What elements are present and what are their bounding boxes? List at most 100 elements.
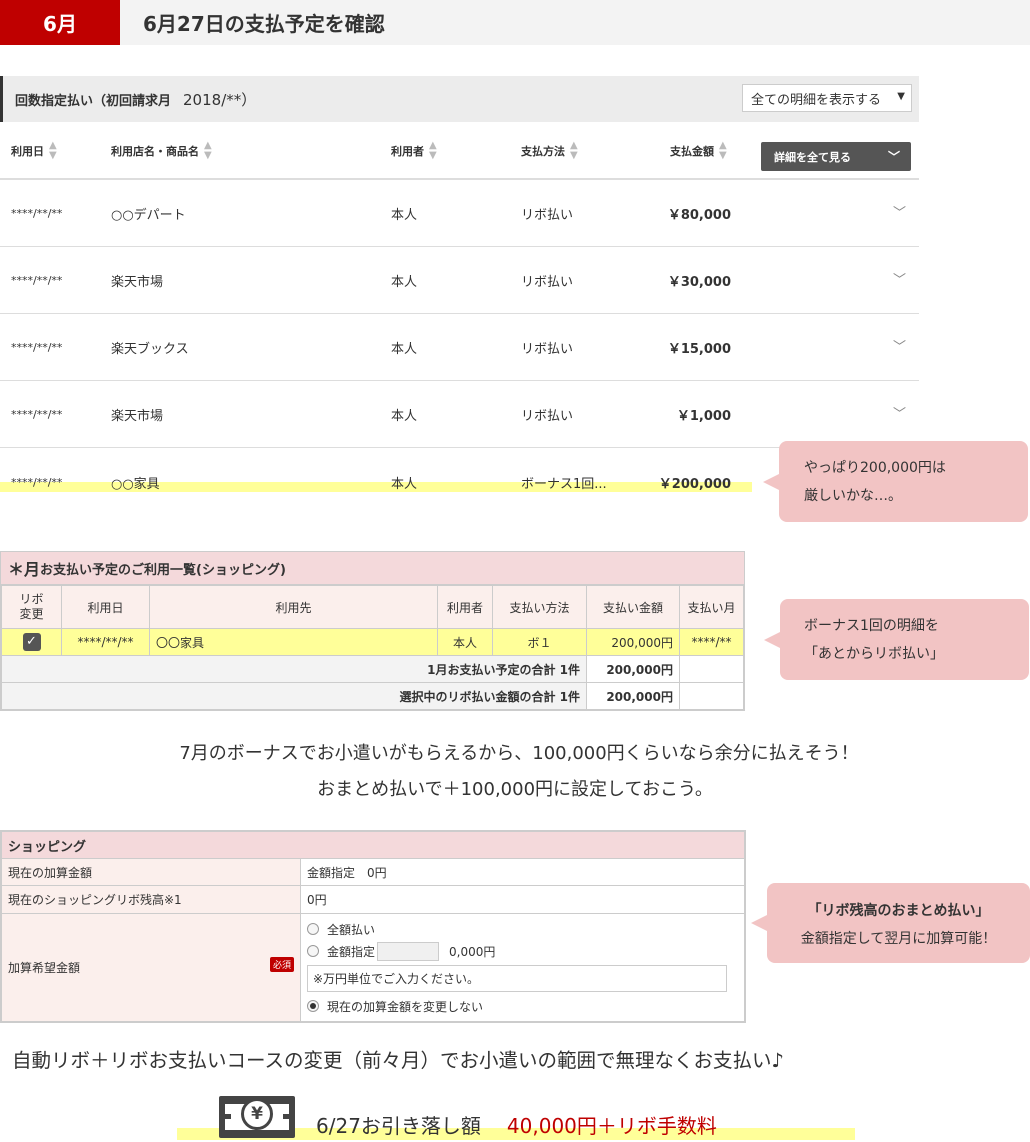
desired-amount-cell: 加算希望金額 必須 <box>1 913 301 1022</box>
balance-value: 0円 <box>300 885 745 914</box>
sort-icon: ▲ ▼ <box>204 140 212 161</box>
col-user: 利用者 <box>437 585 493 629</box>
col-method: 支払い方法 <box>492 585 587 629</box>
bubble-line: 「あとからリボ払い」 <box>804 646 944 662</box>
yen-bill-bar <box>283 1114 295 1119</box>
row-amount: ￥200,000 <box>658 477 731 492</box>
col-shop[interactable]: 利用店名・商品名 ▲ ▼ <box>111 122 212 180</box>
radio-full[interactable] <box>307 923 319 935</box>
bubble-line: 厳しいかな…。 <box>804 488 902 504</box>
row-amount: ￥80,000 <box>667 208 731 223</box>
withdrawal-amount: 40,000円＋リボ手数料 <box>506 1114 717 1138</box>
revo-change-checkbox[interactable]: ✓ <box>22 633 41 651</box>
required-badge: 必須 <box>270 957 295 972</box>
row-method: リボ払い <box>521 342 574 357</box>
sum-value: 200,000円 <box>586 655 680 683</box>
option-full-label: 全額払い <box>327 922 376 937</box>
row-month: ****/** <box>679 628 744 656</box>
comment-bubble-3: 「リボ残高のおまとめ払い」 金額指定して翌月に加算可能！ <box>751 883 1030 963</box>
bubble-line: やっぱり200,000円は <box>804 460 946 476</box>
row-amount: 200,000円 <box>586 628 680 656</box>
current-add-label: 現在の加算金額 <box>1 858 301 886</box>
col-user[interactable]: 利用者 ▲ ▼ <box>391 122 437 180</box>
chevron-down-icon[interactable]: ﹀ <box>893 269 906 288</box>
sort-icon: ▲ ▼ <box>429 140 437 161</box>
filter-select-value: 全ての明細を表示する <box>751 92 882 108</box>
option-keep-label: 現在の加算金額を変更しない <box>327 999 484 1014</box>
desired-amount-options: 全額払い 金額指定 0,000円 ※万円単位でご入力ください。 現在の加算金額を変… <box>300 913 745 1022</box>
explanation-text-2: おまとめ払いで＋100,000円に設定しておこう。 <box>317 779 713 800</box>
radio-amount[interactable] <box>307 945 319 957</box>
panel-header: 回数指定払い（初回請求月 2018/**） 全ての明細を表示する ▼ <box>0 76 919 122</box>
revo-change-table: ＊月 お支払い予定のご利用一覧(ショッピング) リボ 変更 利用日 利用先 利用… <box>0 551 745 711</box>
shopping-form: ショッピング 現在の加算金額 金額指定 0円 現在のショッピングリボ残高※1 0… <box>0 830 746 1023</box>
table-row[interactable]: ****/**/** 楽天市場 本人 リボ払い ￥1,000 ﹀ <box>0 381 919 448</box>
col-date[interactable]: 利用日 ▲ ▼ <box>11 122 57 180</box>
row-method: リボ払い <box>521 409 574 424</box>
col-shop-label: 利用店名・商品名 <box>111 145 199 158</box>
yen-bill-bar <box>219 1114 231 1119</box>
row-date: ****/**/** <box>61 628 150 656</box>
row-user: 本人 <box>391 342 418 357</box>
col-date-label: 利用日 <box>11 145 44 158</box>
row-date: ****/**/** <box>11 207 63 220</box>
option-keep[interactable]: 現在の加算金額を変更しない <box>307 995 744 1017</box>
row-date: ****/**/** <box>11 408 63 421</box>
amount-suffix: 0,000円 <box>449 944 496 959</box>
col-date: 利用日 <box>61 585 150 629</box>
table-row[interactable]: ****/**/** ○○家具 本人 ボーナス1回... ￥200,000 <box>0 450 760 515</box>
row-user: 本人 <box>391 409 418 424</box>
input-note: ※万円単位でご入力ください。 <box>307 965 727 992</box>
row-shop: 楽天市場 <box>111 275 164 290</box>
option-full[interactable]: 全額払い <box>307 918 744 940</box>
sort-icon: ▲ ▼ <box>570 140 578 161</box>
col-amount[interactable]: 支払金額 ▲ ▼ <box>670 122 727 180</box>
row-shop: 楽天市場 <box>111 409 164 424</box>
show-all-details-label: 詳細を全て見る <box>774 150 851 164</box>
bubble-line: 金額指定して翌月に加算可能！ <box>800 931 997 947</box>
row-shop: 〇〇家具 <box>149 628 438 656</box>
table-row[interactable]: ****/**/** ○○デパート 本人 リボ払い ￥80,000 ﹀ <box>0 180 919 247</box>
row-method: リボ払い <box>521 208 574 223</box>
withdrawal-text: 6/27お引き落し額 40,000円＋リボ手数料 <box>316 1110 717 1139</box>
row-user: 本人 <box>437 628 493 656</box>
current-add-value: 金額指定 0円 <box>300 858 745 886</box>
balance-label: 現在のショッピングリボ残高※1 <box>1 885 301 914</box>
show-all-details-button[interactable]: 詳細を全て見る ﹀ <box>761 142 911 171</box>
comment-bubble-2: ボーナス1回の明細を 「あとからリボ払い」 <box>764 599 1029 680</box>
summary-text: 自動リボ＋リボお支払いコースの変更（前々月）でお小遣いの範囲で無理なくお支払い♪ <box>12 1049 784 1072</box>
sort-icon: ▲ ▼ <box>49 140 57 161</box>
chevron-down-icon[interactable]: ﹀ <box>893 202 906 221</box>
col-method[interactable]: 支払方法 ▲ ▼ <box>521 122 578 180</box>
chevron-down-icon[interactable]: ﹀ <box>893 403 906 422</box>
col-method-label: 支払方法 <box>521 145 565 158</box>
filter-select[interactable]: 全ての明細を表示する ▼ <box>742 84 912 112</box>
amount-input[interactable] <box>377 941 440 961</box>
yen-coin: ¥ <box>241 1098 273 1130</box>
panel-label: 回数指定払い（初回請求月 2018/**） <box>15 76 256 122</box>
row-method: リボ払い <box>521 275 574 290</box>
row-method: ボ１ <box>492 628 587 656</box>
row-user: 本人 <box>391 477 418 492</box>
table-row[interactable]: ****/**/** 楽天市場 本人 リボ払い ￥30,000 ﹀ <box>0 247 919 314</box>
sort-icon: ▲ ▼ <box>719 140 727 161</box>
panel-label-text: 回数指定払い（初回請求月 <box>15 93 172 109</box>
option-amount[interactable]: 金額指定 0,000円 <box>307 940 744 962</box>
radio-keep[interactable] <box>307 1000 319 1012</box>
row-user: 本人 <box>391 208 418 223</box>
table-row[interactable]: ****/**/** 楽天ブックス 本人 リボ払い ￥15,000 ﹀ <box>0 314 919 381</box>
col-revo-change: リボ 変更 <box>1 585 62 629</box>
col-shop: 利用先 <box>149 585 438 629</box>
comment-bubble-1: やっぱり200,000円は 厳しいかな…。 <box>763 441 1028 522</box>
row-shop: ○○家具 <box>111 477 160 492</box>
bubble-line: 「リボ残高のおまとめ払い」 <box>807 903 990 919</box>
page-header: 6月 6月27日の支払予定を確認 <box>0 0 1030 45</box>
row-date: ****/**/** <box>11 476 63 489</box>
row-shop: ○○デパート <box>111 208 186 223</box>
col-month: 支払い月 <box>679 585 744 629</box>
table-row: ✓ ****/**/** 〇〇家具 本人 ボ１ 200,000円 ****/** <box>1 628 744 656</box>
chevron-down-icon: ﹀ <box>887 150 900 164</box>
caret-down-icon: ▼ <box>897 91 905 102</box>
chevron-down-icon[interactable]: ﹀ <box>893 336 906 355</box>
desired-amount-label: 加算希望金額 <box>8 961 81 975</box>
